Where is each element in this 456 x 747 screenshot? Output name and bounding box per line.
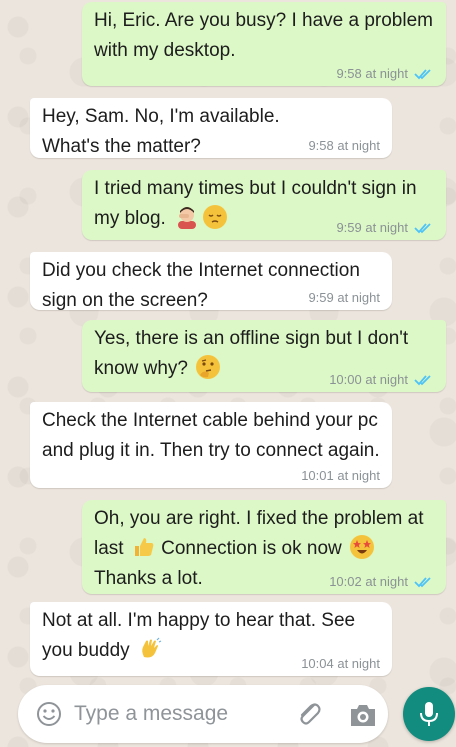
waving-hand-emoji [138,637,162,661]
message-time: 10:00 at night [329,372,408,387]
message-meta: 10:00 at night [329,372,434,388]
message-meta: 10:02 at night [329,574,434,590]
message-meta: 9:58 at night [308,138,380,154]
facepalm-emoji [174,205,200,229]
thumbs-up-emoji [132,535,156,559]
camera-icon[interactable] [348,701,378,729]
message-meta: 10:04 at night [301,656,380,672]
message-incoming[interactable]: Check the Internet cable behind your pc … [30,402,392,488]
message-outgoing[interactable]: Yes, there is an offline sign but I don'… [82,320,446,392]
message-time: 9:59 at night [336,220,408,235]
emoji-smiley-icon[interactable] [36,701,62,727]
message-incoming[interactable]: Not at all. I'm happy to hear that. See … [30,602,392,676]
message-outgoing[interactable]: Hi, Eric. Are you busy? I have a problem… [82,2,446,86]
message-text: Check the Internet cable behind your pc … [42,410,380,461]
star-struck-emoji [350,535,375,559]
read-ticks-icon [414,577,431,588]
microphone-button[interactable] [403,687,455,741]
message-text: Hi, Eric. Are you busy? I have a problem… [94,10,433,61]
paperclip-icon[interactable] [294,699,324,729]
pensive-emoji [203,205,228,229]
message-text: Did you check the Internet connection si… [42,260,360,311]
message-meta: 9:59 at night [336,220,434,236]
message-time: 9:58 at night [308,138,380,153]
message-time: 10:01 at night [301,468,380,483]
read-ticks-icon [414,69,431,80]
message-time: 10:02 at night [329,574,408,589]
message-outgoing[interactable]: Oh, you are right. I fixed the problem a… [82,500,446,594]
read-ticks-icon [414,375,431,386]
thinking-emoji [196,355,221,379]
message-text: Hey, Sam. No, I'm available. What's the … [42,106,280,157]
message-outgoing[interactable]: I tried many times but I couldn't sign i… [82,170,446,240]
message-meta: 9:58 at night [336,66,434,82]
message-meta: 9:59 at night [308,290,380,306]
message-input[interactable]: Type a message [74,701,228,727]
message-time: 10:04 at night [301,656,380,671]
message-incoming[interactable]: Did you check the Internet connection si… [30,252,392,311]
microphone-icon [420,702,438,726]
message-meta: 10:01 at night [301,468,380,484]
read-ticks-icon [414,223,431,234]
message-time: 9:58 at night [336,66,408,81]
message-incoming[interactable]: Hey, Sam. No, I'm available. What's the … [30,98,392,158]
message-composer[interactable]: Type a message [18,685,388,743]
message-time: 9:59 at night [308,290,380,305]
